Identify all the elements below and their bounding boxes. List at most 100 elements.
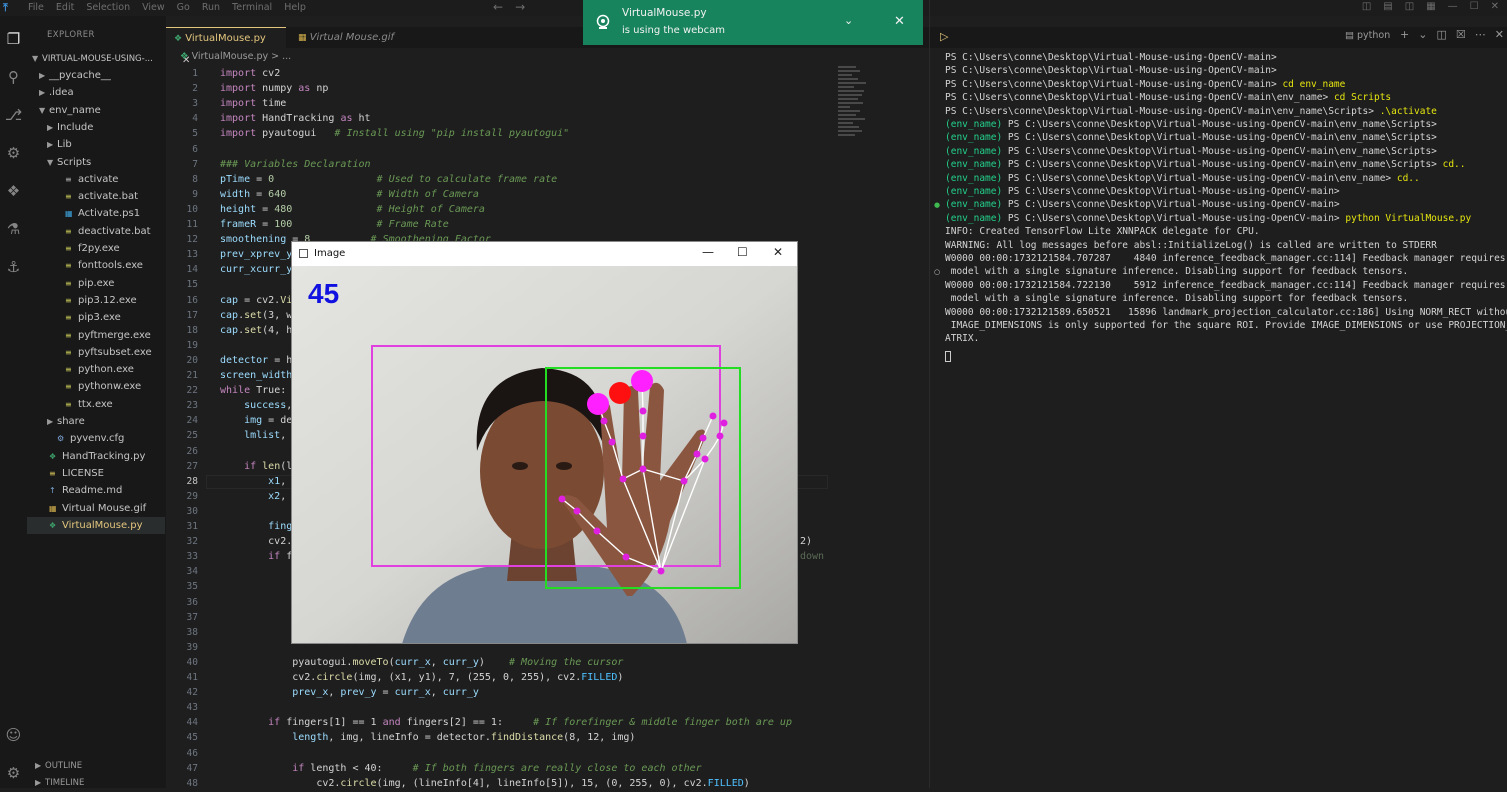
new-terminal-icon[interactable]: +: [1400, 28, 1409, 41]
file-pyftsubset-exe[interactable]: ≡ pyftsubset.exe: [27, 344, 165, 361]
code-line[interactable]: prev_x, prev_y = curr_x, curr_y: [292, 687, 479, 698]
menu-item-run[interactable]: Run: [202, 2, 220, 13]
code-line[interactable]: import HandTracking as ht: [220, 113, 371, 124]
code-line[interactable]: curr_xcurr_y: [220, 264, 292, 275]
terminal-dropdown-icon[interactable]: ⌄: [1418, 28, 1427, 41]
code-line[interactable]: height = 480 # Height of Camera: [220, 204, 485, 215]
code-line[interactable]: import numpy as np: [220, 83, 328, 94]
code-line[interactable]: import pyautogui # Install using "pip in…: [220, 128, 569, 139]
project-root-folder[interactable]: ▼ VIRTUAL-MOUSE-USING-...: [32, 50, 170, 67]
code-line[interactable]: cap.set(4, h: [220, 325, 292, 336]
code-line[interactable]: width = 640 # Width of Camera: [220, 189, 479, 200]
code-line[interactable]: import cv2: [220, 68, 280, 79]
explorer-files-icon[interactable]: ❐: [0, 30, 27, 48]
toggle-secondary-sidebar-icon[interactable]: ◫: [1405, 1, 1414, 12]
close-panel-icon[interactable]: ✕: [1495, 28, 1504, 41]
toggle-panel-icon[interactable]: ▤: [1383, 1, 1392, 12]
folder-lib[interactable]: ▶ Lib: [27, 136, 165, 153]
code-line[interactable]: lmlist,: [244, 430, 286, 441]
command-decoration-icon[interactable]: ●: [934, 201, 940, 209]
code-line[interactable]: if length < 40: # If both fingers are re…: [292, 763, 701, 774]
command-decoration-icon[interactable]: ○: [934, 268, 940, 276]
file-fonttools-exe[interactable]: ≡ fonttools.exe: [27, 257, 165, 274]
code-line[interactable]: success,: [244, 400, 292, 411]
menu-item-view[interactable]: View: [142, 2, 165, 13]
tab-virtual-mouse-gif[interactable]: ▦ Virtual Mouse.gif: [290, 27, 402, 48]
toggle-sidebar-icon[interactable]: ◫: [1362, 1, 1371, 12]
file-pythonw-exe[interactable]: ≡ pythonw.exe: [27, 378, 165, 395]
docker-icon[interactable]: ⚓: [0, 258, 27, 276]
minimap[interactable]: [838, 66, 868, 156]
timeline-section[interactable]: ▶ TIMELINE: [35, 774, 173, 791]
file-virtual-mouse-gif[interactable]: ▦ Virtual Mouse.gif: [27, 500, 165, 517]
code-line[interactable]: while True:: [220, 385, 286, 396]
folder-env-name[interactable]: ▼ env_name: [27, 102, 165, 119]
code-line[interactable]: frameR = 100 # Frame Rate: [220, 219, 449, 230]
image-window-titlebar[interactable]: Image — ☐ ✕: [292, 242, 797, 266]
menu-item-file[interactable]: File: [28, 2, 44, 13]
code-line[interactable]: if fingers[1] == 1 and fingers[2] == 1: …: [268, 717, 792, 728]
file-deactivate-bat[interactable]: ≡ deactivate.bat: [27, 223, 165, 240]
source-control-icon[interactable]: ⎇: [0, 106, 27, 124]
minimize-icon[interactable]: —: [702, 245, 714, 259]
code-line[interactable]: import time: [220, 98, 286, 109]
image-window[interactable]: Image — ☐ ✕ 45: [291, 241, 798, 644]
code-line[interactable]: detector = h: [220, 355, 292, 366]
terminal-output[interactable]: PS C:\Users\conne\Desktop\Virtual-Mouse-…: [930, 48, 1507, 788]
file-pyftmerge-exe[interactable]: ≡ pyftmerge.exe: [27, 327, 165, 344]
code-line[interactable]: pyautogui.moveTo(curr_x, curr_y) # Movin…: [292, 657, 623, 668]
folder-scripts[interactable]: ▼ Scripts: [27, 154, 165, 171]
kill-terminal-icon[interactable]: ☒: [1456, 28, 1466, 41]
split-terminal-icon[interactable]: ◫: [1436, 28, 1446, 41]
forward-arrow-icon[interactable]: →: [515, 0, 525, 14]
code-line[interactable]: screen_width: [220, 370, 292, 381]
code-line[interactable]: prev_xprev_y: [220, 249, 292, 260]
code-line[interactable]: pTime = 0 # Used to calculate frame rate: [220, 174, 557, 185]
code-line[interactable]: x2,: [268, 491, 286, 502]
file-pyvenv-cfg[interactable]: ⚙ pyvenv.cfg: [27, 430, 165, 447]
folder--idea[interactable]: ▶ .idea: [27, 84, 165, 101]
folder-share[interactable]: ▶ share: [27, 413, 165, 430]
file-activate[interactable]: ≡ activate: [27, 171, 165, 188]
file-license[interactable]: ≡ LICENSE: [27, 465, 165, 482]
webcam-notification[interactable]: VirtualMouse.py is using the webcam ⌄ ✕: [583, 0, 923, 45]
run-debug-icon[interactable]: ⚙: [0, 144, 27, 162]
code-line[interactable]: cv2.circle(img, (x1, y1), 7, (255, 0, 25…: [292, 672, 623, 683]
maximize-icon[interactable]: ☐: [737, 245, 748, 259]
code-line[interactable]: cv2.circle(img, (lineInfo[4], lineInfo[5…: [316, 778, 750, 789]
terminal-shell-selector[interactable]: ▤ python: [1345, 30, 1390, 41]
outline-section[interactable]: ▶ OUTLINE: [35, 757, 173, 774]
file-activate-bat[interactable]: ≡ activate.bat: [27, 188, 165, 205]
testing-flask-icon[interactable]: ⚗: [0, 220, 27, 238]
folder-include[interactable]: ▶ Include: [27, 119, 165, 136]
menu-item-help[interactable]: Help: [284, 2, 306, 13]
code-line[interactable]: x1,: [268, 476, 286, 487]
maximize-window-icon[interactable]: ☐: [1470, 1, 1479, 12]
file-pip-exe[interactable]: ≡ pip.exe: [27, 275, 165, 292]
code-line[interactable]: ### Variables Declaration: [220, 159, 371, 170]
file-handtracking-py[interactable]: ❖ HandTracking.py: [27, 448, 165, 465]
code-line[interactable]: length, img, lineInfo = detector.findDis…: [292, 732, 635, 743]
search-icon[interactable]: ⚲: [0, 68, 27, 86]
folder--pycache-[interactable]: ▶ __pycache__: [27, 67, 165, 84]
file-f2py-exe[interactable]: ≡ f2py.exe: [27, 240, 165, 257]
close-window-icon[interactable]: ✕: [1491, 1, 1499, 12]
file-virtualmouse-py[interactable]: ❖ VirtualMouse.py: [27, 516, 165, 534]
close-notification-icon[interactable]: ✕: [894, 14, 905, 29]
breadcrumb[interactable]: ❖ VirtualMouse.py > ...: [180, 51, 291, 62]
file-readme-md[interactable]: ↑ Readme.md: [27, 482, 165, 499]
file-python-exe[interactable]: ≡ python.exe: [27, 361, 165, 378]
code-line[interactable]: if len(l: [244, 461, 292, 472]
back-arrow-icon[interactable]: ←: [493, 0, 503, 14]
tab-virtualmouse-py[interactable]: ❖ VirtualMouse.py ✕: [166, 27, 286, 66]
settings-gear-icon[interactable]: ⚙: [0, 764, 27, 782]
menu-item-edit[interactable]: Edit: [56, 2, 74, 13]
code-line[interactable]: fing: [268, 521, 292, 532]
file-activate-ps1[interactable]: ▦ Activate.ps1: [27, 205, 165, 222]
menu-item-go[interactable]: Go: [177, 2, 190, 13]
code-line[interactable]: cv2.: [268, 536, 292, 547]
extensions-icon[interactable]: ❖: [0, 182, 27, 200]
file-pip3-exe[interactable]: ≡ pip3.exe: [27, 309, 165, 326]
code-line[interactable]: cap.set(3, w: [220, 310, 292, 321]
close-icon[interactable]: ✕: [773, 245, 783, 259]
